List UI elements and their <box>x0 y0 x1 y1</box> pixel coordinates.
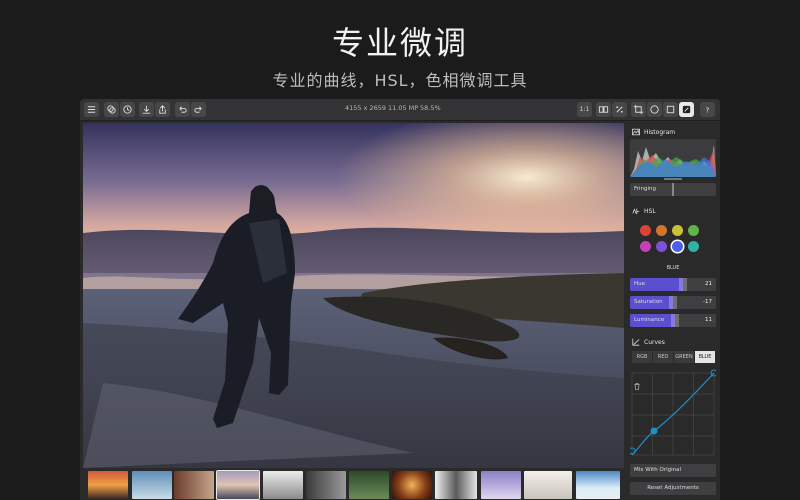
hsl-header[interactable]: HSL <box>632 206 656 216</box>
hsl-selected-color-name: BLUE <box>666 265 680 271</box>
redo-icon[interactable] <box>191 102 206 117</box>
compare-icon[interactable] <box>596 102 611 117</box>
svg-text:?: ? <box>706 105 710 114</box>
thumbnail[interactable] <box>132 471 172 499</box>
hue-slider-knob[interactable] <box>679 278 688 291</box>
histogram-icon <box>632 128 640 136</box>
share-icon[interactable] <box>155 102 170 117</box>
thumbnail[interactable] <box>392 471 432 499</box>
hsl-swatch[interactable] <box>640 225 651 236</box>
thumbnail[interactable] <box>306 471 346 499</box>
fringing-slider[interactable]: Fringing <box>630 183 716 196</box>
curve-point-start[interactable] <box>628 447 636 455</box>
hsl-title: HSL <box>644 207 656 215</box>
curves-channel-tabs: RGB RED GREEN BLUE <box>632 351 716 363</box>
hsl-swatch[interactable] <box>672 241 683 252</box>
saturation-slider-knob[interactable] <box>669 296 677 309</box>
thumbnail[interactable] <box>263 471 303 499</box>
crop-icon[interactable] <box>631 102 646 117</box>
thumbnail[interactable] <box>174 471 214 499</box>
filmstrip <box>83 469 624 500</box>
frame-icon[interactable] <box>663 102 678 117</box>
tab-rgb[interactable]: RGB <box>632 351 652 363</box>
reset-adjustments-button[interactable]: Reset Adjustments <box>630 482 716 495</box>
histogram-range-handle[interactable] <box>664 178 682 180</box>
saturation-slider[interactable]: Saturation -17 <box>630 296 716 309</box>
hsl-swatch[interactable] <box>688 225 699 236</box>
hue-label: Hue <box>634 281 646 287</box>
import-icon[interactable] <box>139 102 154 117</box>
curves-icon <box>632 338 640 346</box>
adjust-icon[interactable] <box>679 102 694 117</box>
hsl-swatch[interactable] <box>688 241 699 252</box>
saturation-label: Saturation <box>634 299 663 305</box>
thumbnail[interactable] <box>88 471 128 499</box>
thumbnail[interactable] <box>524 471 572 499</box>
undo-icon[interactable] <box>175 102 190 117</box>
adjustments-panel: Histogram Fringing HSL BLUE Hue 21 Satur… <box>626 122 720 500</box>
fringing-slider-knob[interactable] <box>672 183 674 196</box>
thumbnail[interactable] <box>576 471 620 499</box>
thumbnail-selected[interactable] <box>216 470 260 500</box>
thumbnail[interactable] <box>435 471 477 499</box>
hue-value: 21 <box>705 281 712 287</box>
menu-icon[interactable] <box>84 102 99 117</box>
trash-icon[interactable] <box>634 375 640 390</box>
image-dimensions: 4155 x 2659 <box>345 104 387 112</box>
hsl-swatch[interactable] <box>672 225 683 236</box>
hsl-icon <box>632 208 640 215</box>
image-megapixels: 11.05 MP <box>388 104 419 112</box>
thumbnail[interactable] <box>481 471 521 499</box>
zoom-fit-button[interactable]: 1:1 <box>577 102 592 117</box>
curves-header[interactable]: Curves <box>632 337 665 347</box>
luminance-value: 11 <box>705 317 712 323</box>
luminance-slider[interactable]: Luminance 11 <box>630 314 716 327</box>
tab-red[interactable]: RED <box>653 351 673 363</box>
hsl-swatch[interactable] <box>656 225 667 236</box>
hsl-swatch[interactable] <box>656 241 667 252</box>
circle-mask-icon[interactable] <box>647 102 662 117</box>
photo-canvas[interactable] <box>83 123 624 468</box>
history-icon[interactable] <box>120 102 135 117</box>
app-window: 4155 x 2659 11.05 MP 58.5% 1:1 ? Histogr… <box>80 99 720 500</box>
tab-blue[interactable]: BLUE <box>695 351 715 363</box>
layers-icon[interactable] <box>104 102 119 117</box>
hero-title: 专业微调 <box>331 24 468 62</box>
histogram-header[interactable]: Histogram <box>632 127 675 137</box>
curves-title: Curves <box>644 338 665 346</box>
percent-icon[interactable] <box>612 102 627 117</box>
help-icon[interactable]: ? <box>700 102 715 117</box>
histogram-graph <box>630 139 716 177</box>
tab-green[interactable]: GREEN <box>674 351 694 363</box>
saturation-value: -17 <box>703 299 712 305</box>
hsl-swatch[interactable] <box>640 241 651 252</box>
zoom-level: 58.5% <box>420 104 441 112</box>
luminance-slider-knob[interactable] <box>670 314 679 327</box>
histogram-title: Histogram <box>644 128 676 136</box>
hue-slider[interactable]: Hue 21 <box>630 278 716 291</box>
thumbnail[interactable] <box>349 471 389 499</box>
hero-subtitle: 专业的曲线，HSL，色相微调工具 <box>272 71 528 90</box>
fringing-label: Fringing <box>634 186 657 192</box>
curve-point-mid[interactable] <box>650 427 658 435</box>
luminance-label: Luminance <box>634 317 665 323</box>
mix-with-original-slider[interactable]: Mix With Original <box>630 464 716 477</box>
curves-editor[interactable] <box>628 369 718 457</box>
toolbar: 4155 x 2659 11.05 MP 58.5% 1:1 ? <box>80 99 720 121</box>
